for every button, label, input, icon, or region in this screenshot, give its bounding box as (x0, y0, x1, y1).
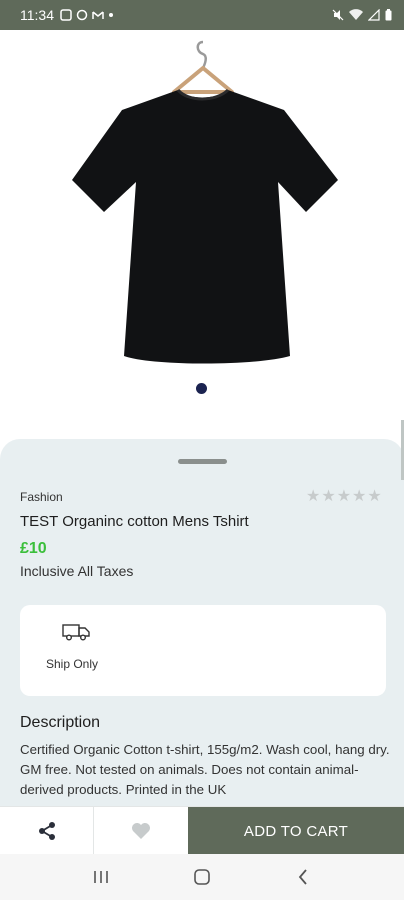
whatsapp-icon (76, 9, 88, 21)
sheet-drag-handle[interactable] (178, 459, 227, 464)
home-icon (194, 869, 210, 885)
bottom-action-bar: ADD TO CART (0, 806, 404, 855)
share-button[interactable] (0, 807, 94, 855)
system-nav-bar (0, 854, 404, 900)
image-pager-dot[interactable] (196, 383, 207, 394)
wishlist-button[interactable] (94, 807, 188, 855)
description-text: Certified Organic Cotton t-shirt, 155g/m… (20, 742, 390, 797)
status-app-icons (60, 9, 114, 21)
tshirt-image (72, 40, 338, 364)
star-icon: ★ (321, 488, 336, 505)
shipping-card: Ship Only (20, 605, 386, 696)
shipping-label: Ship Only (46, 657, 99, 671)
tax-note: Inclusive All Taxes (20, 563, 134, 579)
back-button[interactable] (283, 857, 323, 897)
recents-icon (93, 871, 108, 883)
add-to-cart-button[interactable]: ADD TO CART (188, 807, 404, 855)
home-button[interactable] (182, 857, 222, 897)
share-icon (38, 822, 55, 840)
star-icon: ★ (306, 488, 321, 505)
product-title: TEST Organinc cotton Mens Tshirt (20, 513, 249, 530)
rating-stars: ★ ★ ★ ★ ★ (306, 486, 382, 506)
battery-icon (385, 9, 392, 21)
heart-icon (132, 823, 150, 839)
star-icon: ★ (352, 488, 367, 505)
signal-icon (368, 9, 380, 21)
notification-icon (60, 9, 72, 21)
description-heading: Description (20, 714, 101, 731)
star-icon: ★ (336, 488, 352, 505)
recents-button[interactable] (81, 857, 121, 897)
status-right (332, 9, 392, 21)
status-bar: 11:34 (0, 0, 404, 30)
product-image[interactable] (56, 30, 350, 396)
dot-icon (109, 13, 113, 17)
truck-icon (62, 624, 90, 641)
back-icon (299, 869, 307, 885)
star-icon: ★ (367, 488, 382, 505)
status-time: 11:34 (20, 7, 54, 23)
product-price: £10 (20, 540, 47, 557)
status-left: 11:34 (20, 7, 114, 23)
wifi-icon (349, 9, 363, 20)
product-category: Fashion (20, 490, 63, 504)
mute-icon (332, 9, 344, 21)
gmail-icon (92, 11, 104, 19)
